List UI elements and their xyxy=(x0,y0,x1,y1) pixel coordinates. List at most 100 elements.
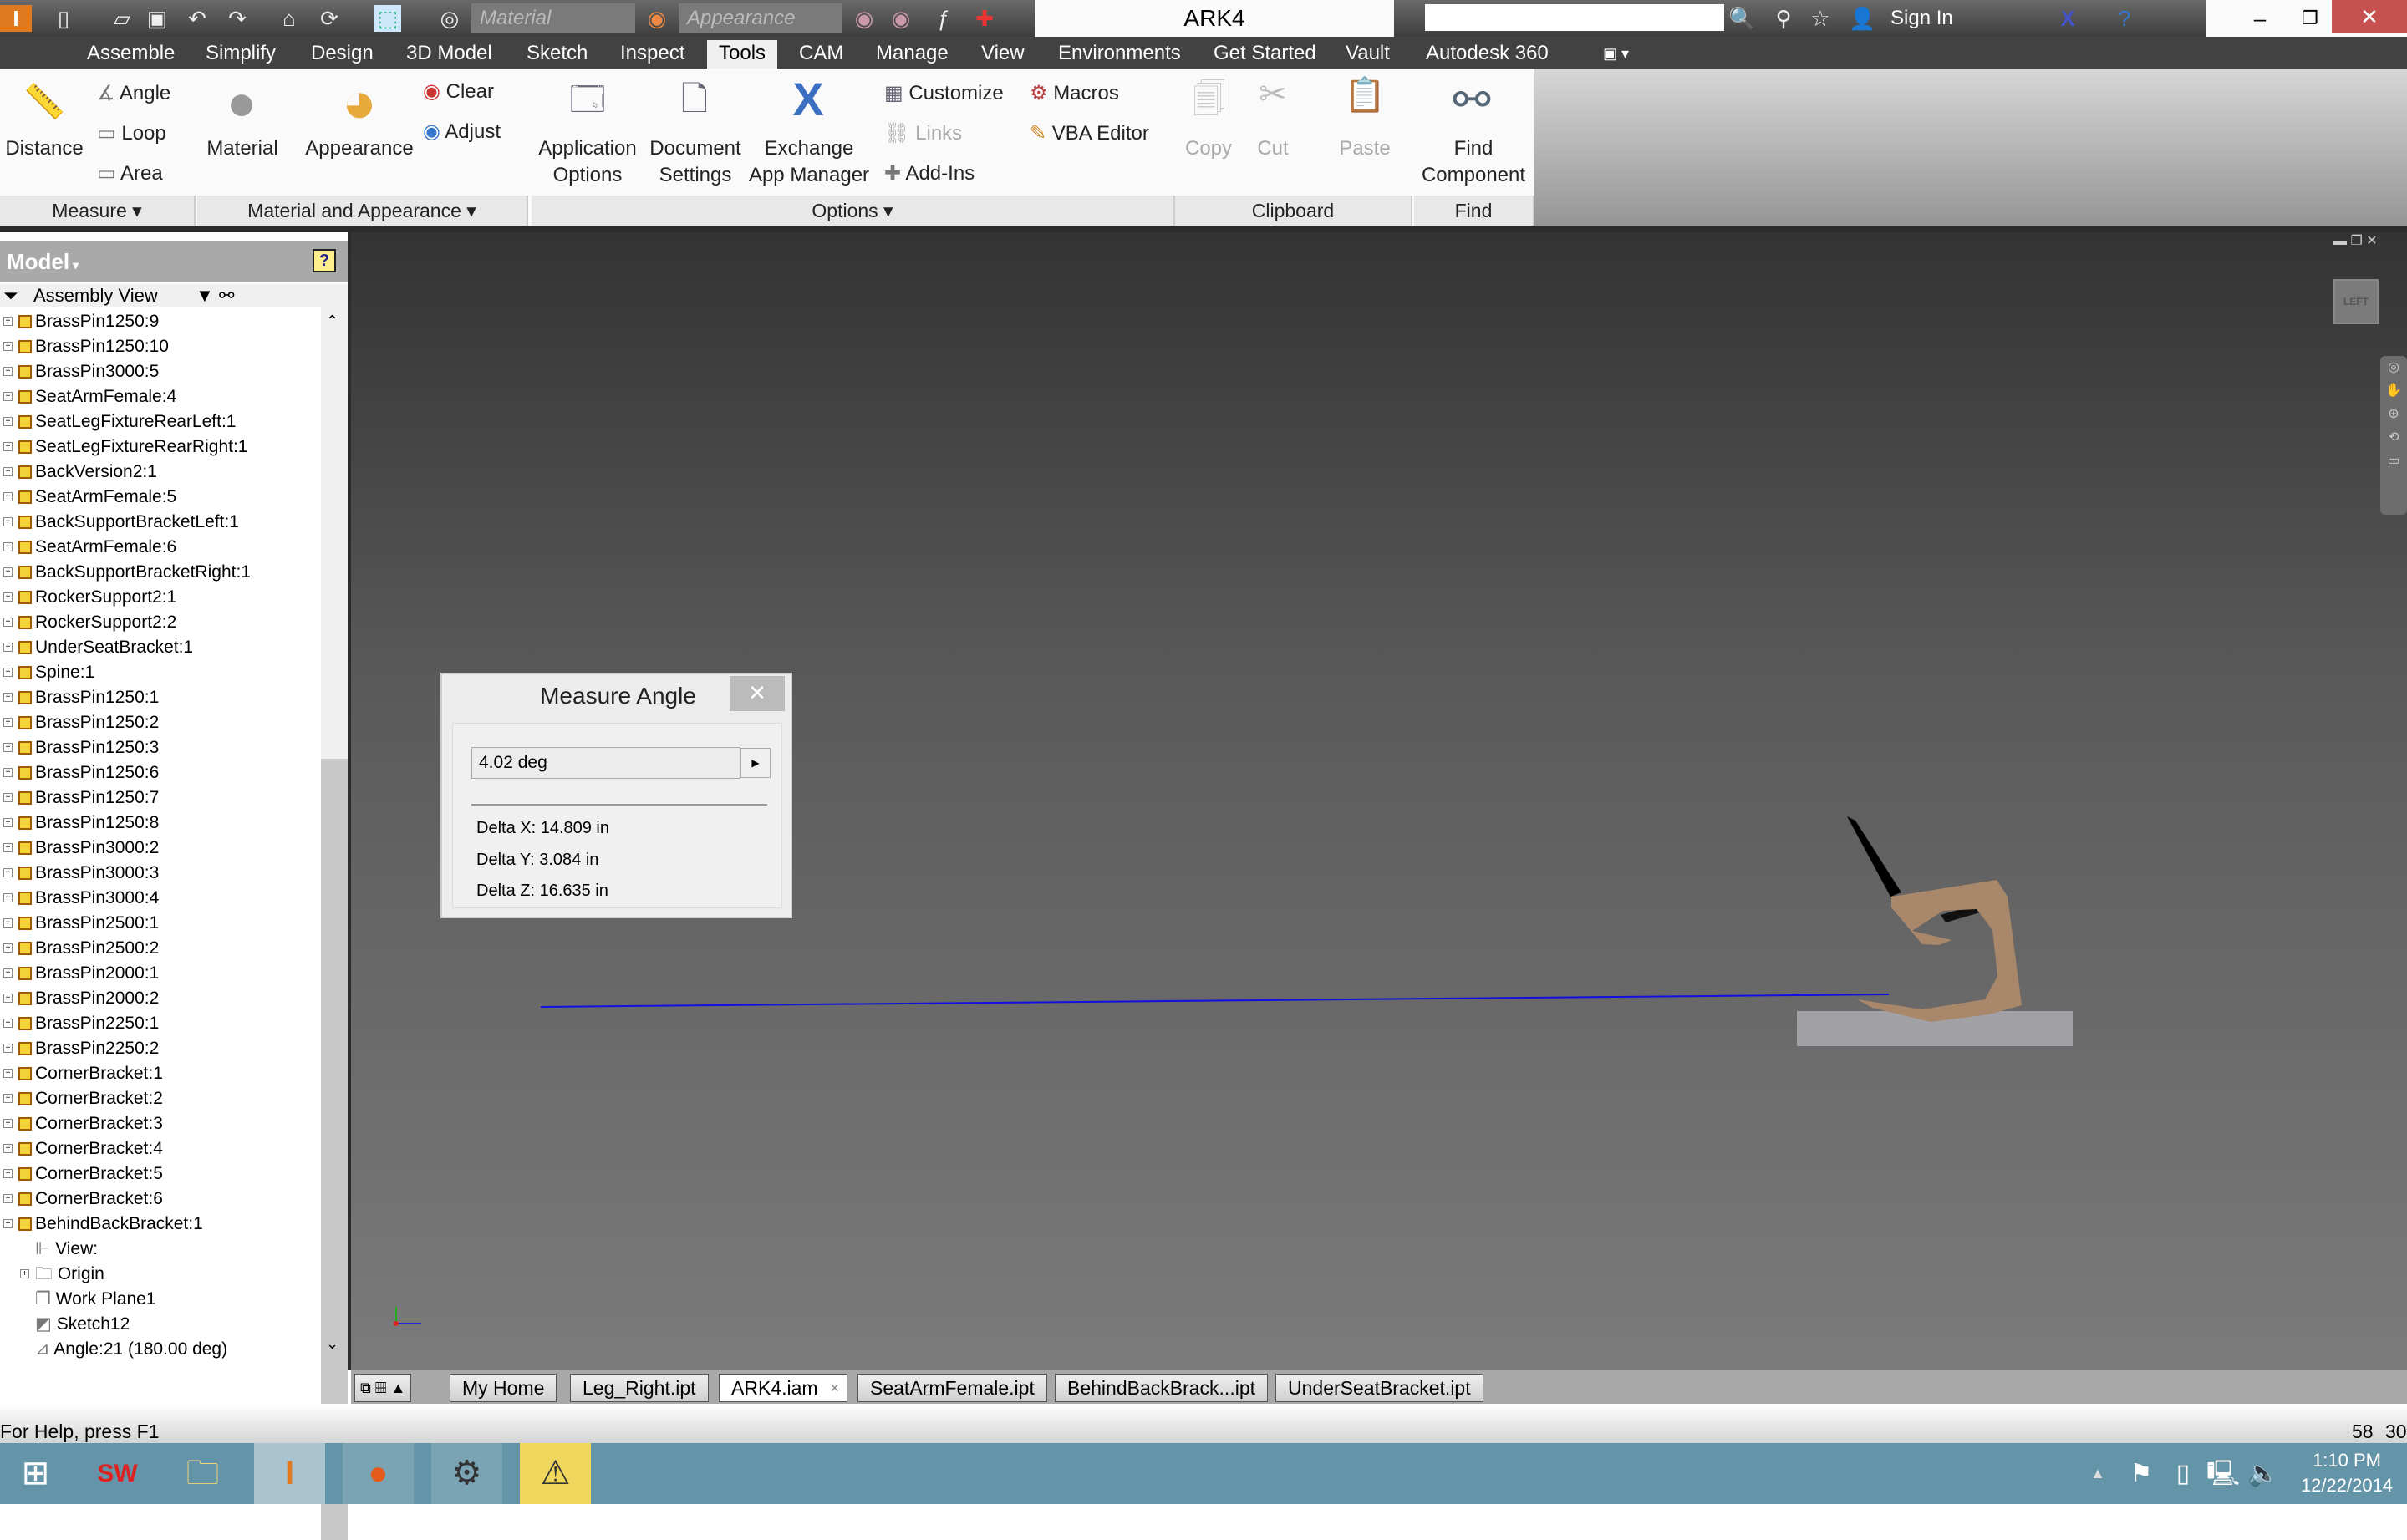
expand-icon[interactable]: + xyxy=(3,868,13,877)
value-options-arrow-icon[interactable]: ▶ xyxy=(740,748,771,778)
solidworks-icon[interactable]: SW xyxy=(82,1443,153,1504)
expand-icon[interactable]: + xyxy=(3,1044,13,1053)
tree-item[interactable]: + Spine:1 xyxy=(0,660,94,685)
tree-item[interactable]: + BrassPin1250:3 xyxy=(0,735,159,760)
clear-button[interactable]: ◉ Clear xyxy=(423,79,494,105)
expand-icon[interactable]: + xyxy=(3,1094,13,1103)
expand-icon[interactable]: + xyxy=(3,768,13,777)
vba-editor-button[interactable]: ✎ VBA Editor xyxy=(1030,120,1149,147)
filter-icon[interactable]: ⏷ xyxy=(3,284,18,307)
expand-icon[interactable]: + xyxy=(3,1119,13,1128)
file-explorer-icon[interactable]: 🗀 xyxy=(167,1443,238,1504)
tree-item[interactable]: + BrassPin2000:2 xyxy=(0,986,159,1011)
tab-inspect[interactable]: Inspect xyxy=(613,40,691,69)
expand-icon[interactable]: + xyxy=(3,542,13,551)
tree-item[interactable]: + BrassPin2000:1 xyxy=(0,961,159,986)
customize-button[interactable]: ▦ Customize xyxy=(884,80,1004,107)
angle-value-field[interactable]: 4.02 deg xyxy=(471,747,740,779)
tree-child-item[interactable]: ❐ Work Plane1 xyxy=(35,1287,156,1312)
start-windows-icon[interactable]: ⊞ xyxy=(0,1443,71,1504)
expand-icon[interactable]: + xyxy=(3,392,13,401)
expand-icon[interactable]: + xyxy=(3,417,13,426)
tab-autodesk-360[interactable]: Autodesk 360 xyxy=(1419,40,1555,69)
inventor-logo-icon[interactable]: I xyxy=(0,5,32,32)
help-icon[interactable]: ? xyxy=(313,249,336,272)
browser-dropdown-icon[interactable]: ▾ xyxy=(69,258,79,272)
new-file-icon[interactable]: ▯ xyxy=(50,5,77,32)
doc-tab-active[interactable]: ARK4.iam ✕ xyxy=(719,1374,847,1402)
search-key-icon[interactable]: 🔍 xyxy=(1728,5,1755,32)
expand-icon[interactable]: + xyxy=(3,592,13,602)
tree-child-item[interactable]: ⊿ Angle:21 (180.00 deg) xyxy=(35,1337,227,1362)
tree-item[interactable]: + BrassPin2250:2 xyxy=(0,1036,159,1061)
tree-item[interactable]: + CornerBracket:3 xyxy=(0,1111,163,1136)
expand-icon[interactable]: + xyxy=(3,567,13,577)
expand-icon[interactable]: + xyxy=(3,1194,13,1203)
expand-icon[interactable]: + xyxy=(3,442,13,451)
collapse-icon[interactable]: − xyxy=(3,1219,13,1228)
star-icon[interactable]: ☆ xyxy=(1807,5,1834,32)
tree-child-item[interactable]: + 🗀 Origin xyxy=(20,1262,104,1287)
document-settings-button[interactable]: Document Settings xyxy=(644,135,747,189)
paste-button[interactable]: Paste xyxy=(1329,135,1401,162)
adjust-button[interactable]: ◉ Adjust xyxy=(423,119,501,145)
tab-3d-model[interactable]: 3D Model xyxy=(399,40,499,69)
expand-icon[interactable]: + xyxy=(3,317,13,326)
expand-icon[interactable]: + xyxy=(3,818,13,827)
tree-item[interactable]: + BackSupportBracketLeft:1 xyxy=(0,510,239,535)
action-center-flag-icon[interactable]: ⚑ xyxy=(2123,1443,2160,1504)
home-icon[interactable]: ⌂ xyxy=(276,5,303,32)
exchange-app-manager-button[interactable]: Exchange App Manager xyxy=(747,135,871,189)
warning-icon[interactable]: ⚠ xyxy=(520,1443,591,1504)
expand-icon[interactable]: + xyxy=(3,342,13,351)
distance-button[interactable]: Distance xyxy=(0,135,89,162)
undo-icon[interactable]: ↶ xyxy=(184,5,211,32)
expand-icon[interactable]: + xyxy=(3,1069,13,1078)
tab-assemble[interactable]: Assemble xyxy=(80,40,181,69)
expand-icon[interactable]: + xyxy=(3,1144,13,1153)
expand-icon[interactable]: + xyxy=(3,743,13,752)
doc-tab[interactable]: SeatArmFemale.ipt xyxy=(857,1374,1047,1402)
save-icon[interactable]: ▣ xyxy=(144,5,170,32)
scroll-down-icon[interactable]: ⌄ xyxy=(326,1335,338,1353)
firefox-icon[interactable]: ● xyxy=(343,1443,414,1504)
minimize-icon[interactable]: – xyxy=(2247,5,2273,32)
expand-icon[interactable]: + xyxy=(3,1169,13,1178)
area-button[interactable]: ▭ Area xyxy=(97,160,163,187)
expand-icon[interactable]: + xyxy=(3,968,13,978)
tree-item[interactable]: + BrassPin1250:10 xyxy=(0,334,169,359)
satellite-icon[interactable]: ⚲ xyxy=(1770,5,1797,32)
loop-button[interactable]: ▭ Loop xyxy=(97,120,166,147)
expand-icon[interactable]: + xyxy=(3,918,13,928)
volume-icon[interactable]: 🔈 xyxy=(2245,1443,2282,1504)
battery-icon[interactable]: ▯ xyxy=(2165,1443,2201,1504)
tree-item[interactable]: + UnderSeatBracket:1 xyxy=(0,635,193,660)
material-button[interactable]: Material xyxy=(199,135,286,162)
expand-icon[interactable]: + xyxy=(3,467,13,476)
ribbon-minimize-icon[interactable]: ▣ ▾ xyxy=(1596,40,1636,69)
expand-icon[interactable]: + xyxy=(3,943,13,953)
view-dropdown-icon[interactable]: ▼ xyxy=(196,284,214,307)
expand-icon[interactable]: + xyxy=(3,517,13,526)
cut-button[interactable]: Cut xyxy=(1244,135,1302,162)
clock[interactable]: 1:10 PM 12/22/2014 xyxy=(2290,1448,2404,1498)
restore-icon[interactable]: ❐ xyxy=(2297,5,2323,32)
tree-item[interactable]: + CornerBracket:5 xyxy=(0,1161,163,1187)
tab-view[interactable]: View xyxy=(975,40,1031,69)
find-component-button[interactable]: Find Component xyxy=(1414,135,1533,189)
tab-environments[interactable]: Environments xyxy=(1051,40,1188,69)
expand-icon[interactable]: + xyxy=(3,793,13,802)
tree-item[interactable]: + BrassPin2250:1 xyxy=(0,1011,159,1036)
expand-icon[interactable]: + xyxy=(3,893,13,902)
app-utility-icon[interactable]: ⚙ xyxy=(431,1443,502,1504)
expand-icon[interactable]: + xyxy=(3,492,13,501)
macros-button[interactable]: ⚙ Macros xyxy=(1030,80,1119,107)
tree-item[interactable]: + BrassPin1250:1 xyxy=(0,685,159,710)
tree-item[interactable]: + RockerSupport2:1 xyxy=(0,585,176,610)
tab-tools[interactable]: Tools xyxy=(707,40,778,69)
expand-icon[interactable]: + xyxy=(3,643,13,652)
expand-icon[interactable]: + xyxy=(3,668,13,677)
tree-item[interactable]: + BrassPin1250:8 xyxy=(0,811,159,836)
tree-item[interactable]: − BehindBackBracket:1 xyxy=(0,1212,203,1237)
network-icon[interactable]: 🖳 xyxy=(2205,1443,2242,1504)
